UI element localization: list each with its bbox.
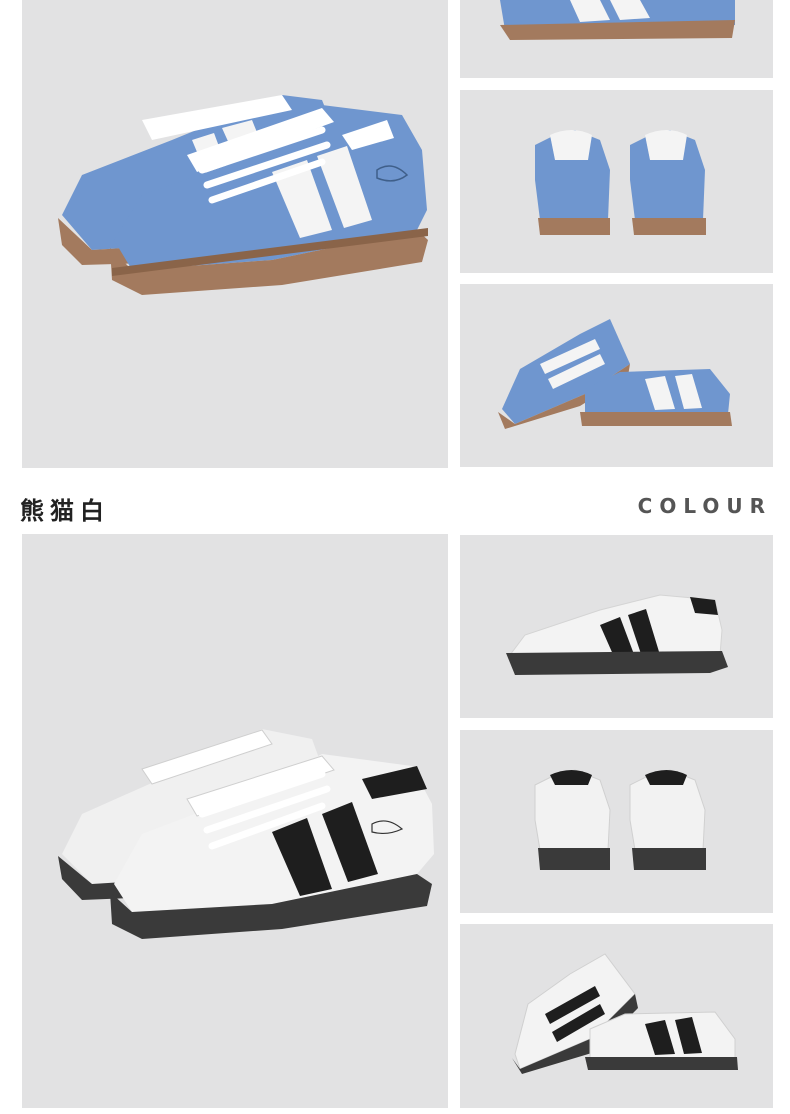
white-shoe-pair-image	[460, 924, 773, 1108]
blue-shoe-pair-image	[460, 284, 773, 467]
colour-section-label: COLOUR	[637, 494, 772, 518]
blue-shoe-main-image	[22, 0, 448, 468]
colour-name-label: 熊猫白	[20, 497, 110, 525]
white-shoe-side-image	[460, 535, 773, 718]
white-shoe-back-view-image	[460, 730, 773, 913]
blue-shoe-back-view-image	[460, 90, 773, 273]
blue-shoe-side-image	[460, 0, 773, 78]
white-shoe-main-image	[22, 534, 448, 1108]
